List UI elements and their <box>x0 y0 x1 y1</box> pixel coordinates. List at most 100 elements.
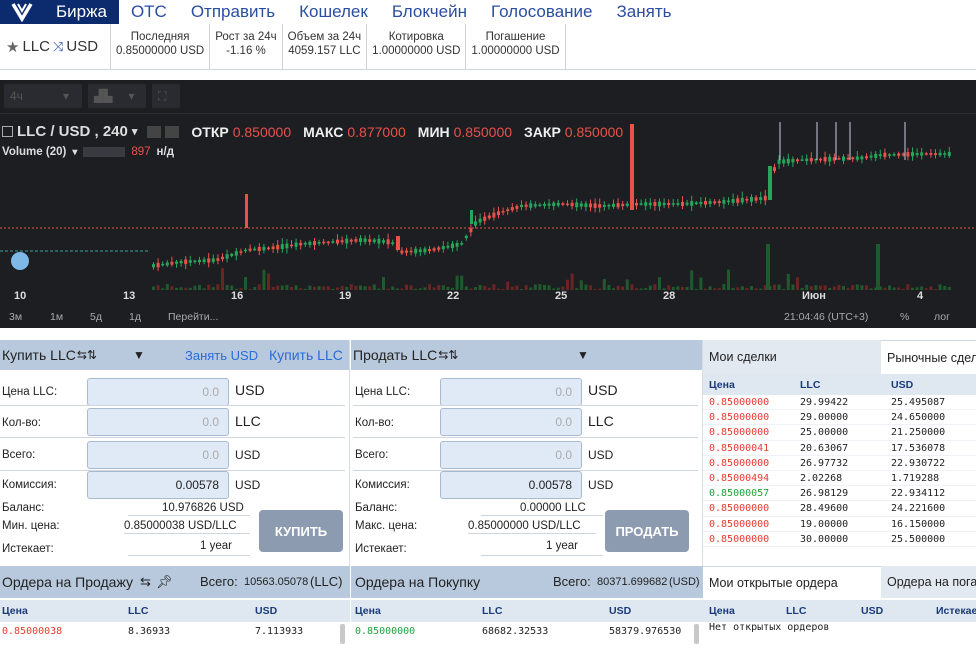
tab-my-trades[interactable]: Мои сделки <box>703 340 881 374</box>
logo[interactable] <box>0 0 44 24</box>
row-price: 0.85000000 <box>709 503 770 515</box>
row-llc: 26.98129 <box>800 488 849 500</box>
total-input[interactable]: 0.0 <box>440 441 582 469</box>
chart-type-select[interactable]: ▟▙ ▾ <box>88 84 146 108</box>
fee-input[interactable]: 0.00578 <box>87 471 229 499</box>
percent-toggle[interactable]: % <box>900 311 909 323</box>
nav-exchange[interactable]: Биржа <box>44 0 119 24</box>
dropdown-icon[interactable]: ▼ <box>133 348 145 362</box>
swap-icon[interactable]: ⇆⇅ <box>77 348 97 362</box>
table-row[interactable]: 0.85000000 29.00000 24.650000 <box>703 410 976 426</box>
range-5d[interactable]: 5д <box>90 311 102 323</box>
table-row[interactable]: 0.85000057 26.98129 22.934112 <box>703 486 976 502</box>
table-row[interactable]: 0.85000038 8.36933 7.113933 <box>0 622 350 642</box>
table-row[interactable]: 0.85000000 68682.32533 58379.976530 <box>351 622 703 642</box>
candle-body <box>414 248 418 254</box>
row-usd: 16.150000 <box>891 518 946 530</box>
scrollbar[interactable] <box>694 624 699 644</box>
market-pair[interactable]: ★ LLC ⤨ USD <box>0 24 110 69</box>
range-1m[interactable]: 1м <box>50 311 63 323</box>
candle-body <box>515 205 519 209</box>
candle-body <box>354 239 358 242</box>
fullscreen-button[interactable]: ⛶ <box>152 84 180 108</box>
price-input[interactable]: 0.0 <box>440 378 582 406</box>
table-row[interactable]: 0.85000000 25.00000 21.250000 <box>703 425 976 441</box>
candle-body <box>759 197 763 200</box>
swap-icon[interactable]: ⇆⇅ <box>438 348 458 362</box>
total-unit: (LLC) <box>310 574 343 589</box>
scrollbar[interactable] <box>340 624 345 644</box>
collapse-icon[interactable] <box>2 126 13 137</box>
nav-send[interactable]: Отправить <box>179 0 287 24</box>
fee-input[interactable]: 0.00578 <box>440 471 582 499</box>
tab-market-trades[interactable]: Рыночные сделки <box>881 340 976 374</box>
nav-blockchain[interactable]: Блокчейн <box>380 0 479 24</box>
range-1d[interactable]: 1д <box>129 311 141 323</box>
x-tick: 13 <box>123 290 136 302</box>
candle-body <box>805 158 809 162</box>
col-usd: USD <box>891 379 914 391</box>
chart-toolbar: 4ч ▾ ▟▙ ▾ ⛶ <box>0 80 976 114</box>
swap-icon[interactable]: ⤨ <box>53 39 63 55</box>
chevron-down-icon[interactable]: ▾ <box>72 147 77 158</box>
stat-value: 0.85000000 USD <box>116 45 205 57</box>
volume-settings-icon[interactable] <box>83 147 126 157</box>
range-3m[interactable]: 3м <box>9 311 22 323</box>
expires-select[interactable]: 1 year <box>546 540 578 552</box>
settings-icon[interactable] <box>147 125 162 138</box>
buy-button[interactable]: КУПИТЬ <box>259 510 343 552</box>
dropdown-icon[interactable]: ▼ <box>577 348 589 362</box>
cloud-shape <box>11 252 29 270</box>
pin-icon[interactable]: 📌︎ <box>156 574 173 590</box>
row-usd: 25.495087 <box>891 397 946 408</box>
price-chart[interactable]: 4ч ▾ ▟▙ ▾ ⛶ LLC / USD , 240 ▾ ОТКР 0.850… <box>0 80 976 328</box>
nav-wallet[interactable]: Кошелек <box>287 0 380 24</box>
goto-date[interactable]: Перейти... <box>168 311 218 323</box>
nav-otc[interactable]: OTC <box>119 0 179 24</box>
cloud-icon <box>11 252 29 270</box>
row-llc: 2.02268 <box>800 472 843 484</box>
table-row[interactable]: 0.85000000 26.97732 22.930722 <box>703 456 976 471</box>
eye-icon[interactable] <box>165 125 180 138</box>
table-row[interactable]: 0.85000000 30.00000 25.500000 <box>703 532 976 547</box>
table-row[interactable]: 0.85000000 29.99422 25.495087 <box>703 395 976 411</box>
chevron-down-icon[interactable]: ▾ <box>132 125 138 138</box>
table-row[interactable]: 0.85000494 2.02268 1.719288 <box>703 471 976 487</box>
price-input[interactable]: 0.0 <box>87 378 229 406</box>
expires-select[interactable]: 1 year <box>200 540 232 552</box>
nav-voting[interactable]: Голосование <box>479 0 605 24</box>
swap-icon[interactable]: ⇆ <box>140 574 151 590</box>
qty-input[interactable]: 0.0 <box>440 408 582 436</box>
log-toggle[interactable]: лог <box>934 311 950 323</box>
table-row[interactable]: 0.85000041 20.63067 17.536078 <box>703 441 976 456</box>
candle-body <box>409 250 413 253</box>
volume-bar <box>262 269 266 290</box>
table-row[interactable]: 0.85000000 28.49600 24.221600 <box>703 501 976 517</box>
close-label: ЗАКР <box>524 123 561 140</box>
buy-link[interactable]: Купить LLC <box>269 347 343 363</box>
borrow-link[interactable]: Занять USD <box>185 348 258 363</box>
balance-label: Баланс: <box>2 502 45 514</box>
sell-button[interactable]: ПРОДАТЬ <box>605 510 689 552</box>
candle-body <box>552 202 556 207</box>
interval-select[interactable]: 4ч ▾ <box>4 84 82 108</box>
candle-body <box>469 228 473 233</box>
row-llc: 25.00000 <box>800 427 849 439</box>
star-icon[interactable]: ★ <box>6 38 19 56</box>
balance-value[interactable]: 0.00000 LLC <box>520 502 586 514</box>
candle-body <box>165 262 169 266</box>
tab-settlement-orders[interactable]: Ордера на погашение <box>881 566 976 598</box>
stat-value: 1.00000000 USD <box>471 45 560 57</box>
qty-input[interactable]: 0.0 <box>87 408 229 436</box>
candle-body <box>832 157 836 161</box>
volume-bar <box>727 269 730 290</box>
candle-body <box>782 159 786 164</box>
table-row[interactable]: 0.85000000 19.00000 16.150000 <box>703 517 976 532</box>
total-input[interactable]: 0.0 <box>87 441 229 469</box>
candle-body <box>280 244 284 249</box>
balance-value[interactable]: 10.976826 USD <box>162 502 244 514</box>
candle-body <box>704 201 707 205</box>
candle-body <box>234 251 238 256</box>
nav-borrow[interactable]: Занять <box>605 0 684 24</box>
tab-my-open-orders[interactable]: Мои открытые ордера <box>703 566 881 598</box>
